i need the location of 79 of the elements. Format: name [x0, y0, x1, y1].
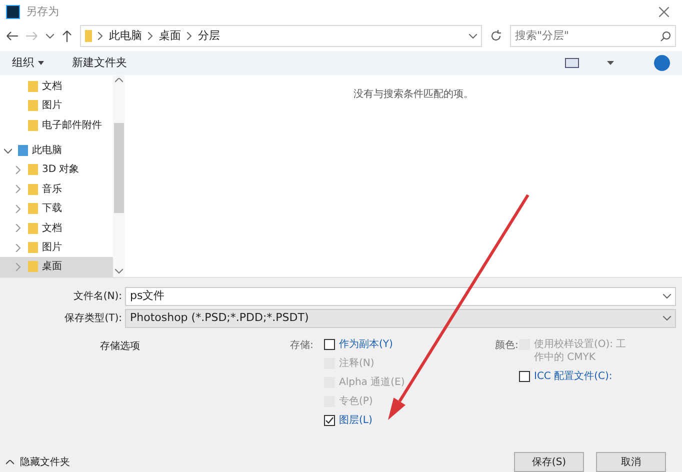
search-icon — [660, 30, 671, 42]
folder-icon — [28, 242, 38, 253]
breadcrumb-item[interactable]: 桌面 — [159, 28, 181, 45]
app-icon — [6, 4, 20, 19]
chevron-down-icon[interactable] — [4, 146, 12, 155]
checkbox-label: 专色(P) — [339, 395, 373, 408]
search-input: 搜索"分层" — [515, 28, 660, 45]
filetype-dropdown[interactable]: Photoshop (*.PSD;*.PDD;*.PSDT) — [125, 308, 676, 328]
scroll-up-icon[interactable] — [115, 78, 123, 83]
scrollbar-thumb[interactable] — [114, 122, 124, 213]
scrollbar[interactable] — [113, 74, 125, 278]
dialog-button[interactable]: 保存(S) — [514, 452, 584, 472]
sidebar-item[interactable]: 3D 对象 — [0, 160, 113, 180]
folder-icon — [28, 261, 38, 272]
sidebar-item[interactable]: 文档 — [0, 76, 113, 96]
sidebar-item[interactable]: 此电脑 — [0, 140, 113, 160]
new-folder-button[interactable]: 新建文件夹 — [72, 54, 127, 72]
sidebar-item[interactable]: 文档 — [0, 218, 113, 238]
checkbox[interactable] — [324, 339, 335, 350]
close-icon — [659, 6, 669, 17]
chevron-right-icon[interactable] — [14, 166, 22, 174]
computer-icon — [18, 145, 28, 156]
refresh-icon[interactable] — [490, 30, 502, 42]
scroll-down-icon[interactable] — [115, 269, 123, 274]
options-heading: 存储选项 — [100, 341, 140, 352]
folder-icon — [28, 100, 38, 112]
sidebar-item[interactable]: 电子邮件附件 — [0, 115, 113, 135]
hide-folders-link[interactable]: 隐藏文件夹 — [20, 454, 70, 470]
folder-icon — [28, 80, 38, 92]
breadcrumb-item[interactable]: 分层 — [198, 28, 220, 45]
checkbox-label[interactable]: ICC 配置文件(C): — [534, 370, 612, 384]
sidebar-item[interactable]: 图片 — [0, 96, 113, 116]
address-bar[interactable]: 此电脑 桌面 分层 — [80, 25, 482, 48]
filename-label: 文件名(N): — [72, 290, 123, 304]
caret-icon[interactable] — [607, 60, 614, 65]
sidebar-item[interactable]: 下载 — [0, 199, 113, 218]
chevron-down-icon[interactable] — [46, 34, 54, 39]
checkbox[interactable] — [519, 371, 530, 382]
checkbox-label[interactable]: 图层(L) — [339, 414, 372, 428]
organize-button[interactable]: 组织 — [12, 54, 44, 72]
chevron-right-icon — [98, 32, 103, 40]
chevron-right-icon[interactable] — [14, 204, 22, 213]
folder-icon — [28, 222, 38, 234]
save-options-label: 存储: — [290, 338, 314, 352]
checkbox-label: 注释(N) — [339, 357, 374, 370]
search-field[interactable]: 搜索"分层" — [510, 25, 676, 48]
chevron-right-icon — [187, 32, 192, 40]
filename-field[interactable]: ps文件 — [125, 286, 676, 306]
folder-icon — [28, 203, 38, 214]
sidebar-item[interactable]: 桌面 — [0, 257, 113, 277]
folder-icon — [28, 120, 38, 131]
chevron-down-icon[interactable] — [663, 316, 671, 321]
checkbox-label: 使用校样设置(O): 工作中的 CMYK — [534, 338, 628, 364]
sidebar-item[interactable]: 图片 — [0, 238, 113, 258]
color-options-label: 颜色: — [495, 338, 519, 352]
caret-icon — [38, 60, 44, 65]
help-icon[interactable] — [654, 54, 670, 71]
chevron-right-icon — [148, 32, 153, 40]
dialog-button[interactable]: 取消 — [596, 452, 666, 472]
empty-message: 没有与搜索条件匹配的项。 — [354, 88, 474, 102]
checkbox-label: Alpha 通道(E) — [339, 376, 405, 390]
view-options-icon[interactable] — [565, 58, 579, 68]
up-arrow-icon[interactable] — [62, 30, 72, 42]
folder-icon — [85, 30, 92, 42]
chevron-down-icon[interactable] — [663, 294, 671, 299]
window-title: 另存为 — [26, 4, 59, 20]
chevron-down-icon[interactable] — [469, 34, 477, 39]
chevron-right-icon[interactable] — [14, 224, 22, 232]
checkbox[interactable] — [324, 415, 335, 426]
back-arrow-icon[interactable] — [6, 31, 18, 42]
checkbox-label[interactable]: 作为副本(Y) — [339, 338, 393, 352]
filetype-label: 保存类型(T): — [64, 312, 123, 326]
folder-icon — [28, 184, 38, 195]
chevron-up-icon[interactable] — [6, 460, 14, 465]
folder-icon — [28, 164, 38, 176]
chevron-right-icon[interactable] — [14, 185, 22, 194]
chevron-right-icon[interactable] — [14, 244, 22, 252]
breadcrumb-item[interactable]: 此电脑 — [109, 28, 142, 45]
sidebar-item[interactable]: 音乐 — [0, 180, 113, 200]
